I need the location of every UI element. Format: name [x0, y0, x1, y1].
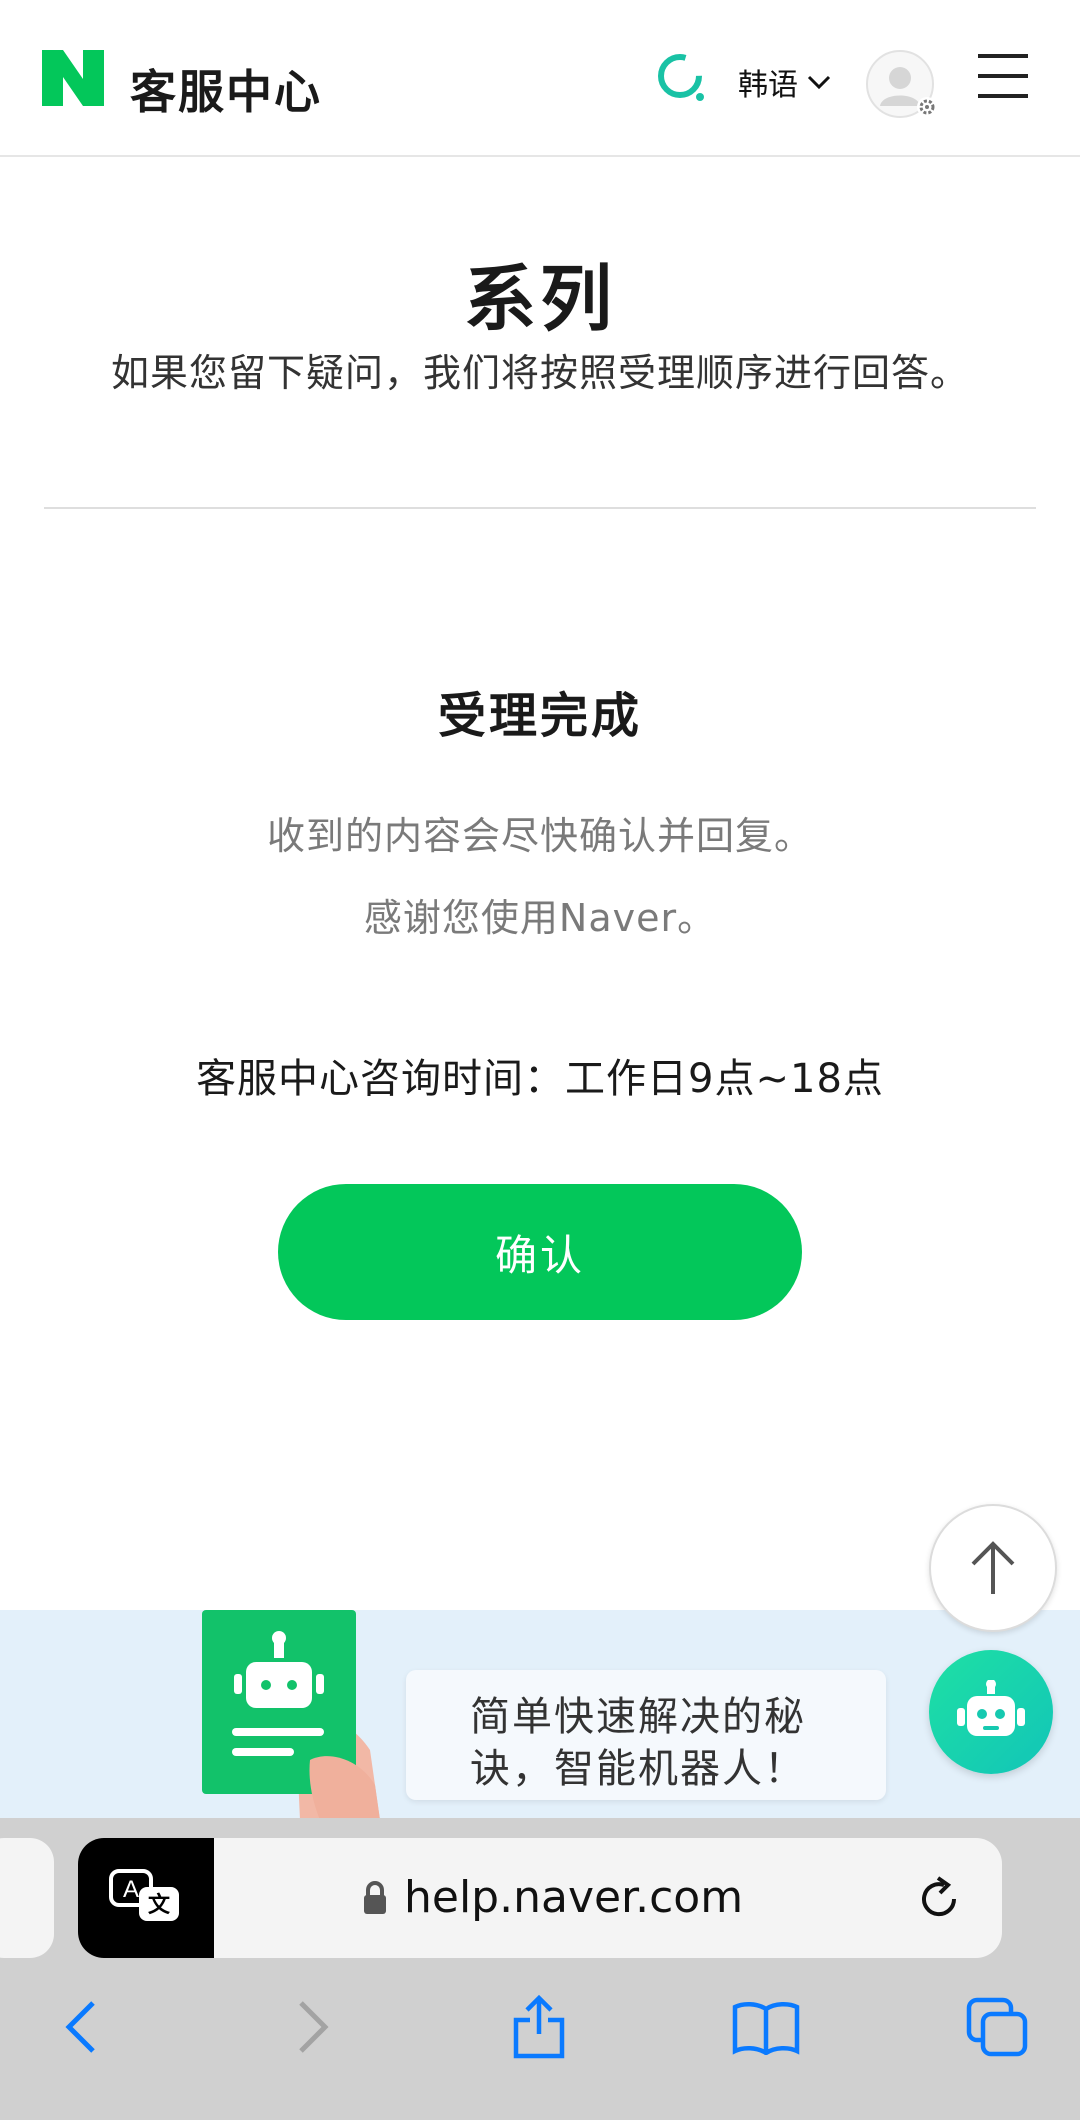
- hamburger-menu-icon[interactable]: [978, 52, 1028, 100]
- tabs-button[interactable]: [962, 1992, 1032, 2062]
- promo-text-bubble: 简单快速解决的秘 诀，智能机器人！: [406, 1670, 886, 1800]
- bookmarks-icon: [732, 2002, 800, 2055]
- naver-logo-icon[interactable]: [42, 50, 104, 106]
- share-button[interactable]: [504, 1992, 574, 2062]
- language-selector[interactable]: 韩语: [738, 62, 832, 103]
- completion-title: 受理完成: [437, 688, 642, 744]
- browser-chrome: A 文 help.naver.com: [0, 1818, 1080, 2120]
- tabs-icon: [966, 1997, 1028, 2057]
- back-button[interactable]: [46, 1992, 116, 2062]
- section-divider: [44, 507, 1036, 509]
- completion-message-line2: 感谢您使用Naver。: [363, 896, 717, 940]
- confirm-button[interactable]: 确认: [278, 1184, 802, 1320]
- svg-text:文: 文: [148, 1892, 171, 1918]
- address-bar[interactable]: A 文 help.naver.com: [78, 1838, 1002, 1958]
- site-header: 客服中心 韩语: [0, 0, 1080, 157]
- gear-icon[interactable]: [916, 96, 938, 118]
- robot-icon: [957, 1680, 1025, 1736]
- svg-text:A: A: [123, 1876, 139, 1903]
- robot-card-illustration: [202, 1610, 380, 1820]
- search-icon[interactable]: [656, 52, 708, 104]
- share-icon: [513, 1994, 565, 2059]
- page-title: 系列: [463, 257, 616, 341]
- reload-icon[interactable]: [916, 1876, 962, 1922]
- site-title[interactable]: 客服中心: [130, 56, 322, 122]
- translate-button[interactable]: A 文: [78, 1838, 214, 1958]
- completion-message-line1: 收到的内容会尽快确认并回复。: [266, 814, 813, 858]
- chatbot-promo-banner[interactable]: 简单快速解决的秘 诀，智能机器人！: [0, 1610, 1080, 1820]
- language-label: 韩语: [738, 68, 798, 103]
- page-subtitle: 如果您留下疑问，我们将按照受理顺序进行回答。: [110, 351, 969, 395]
- previous-tab-preview[interactable]: [0, 1838, 54, 1958]
- lock-icon: [364, 1881, 386, 1914]
- chatbot-button[interactable]: [929, 1650, 1053, 1774]
- forward-icon: [299, 2001, 329, 2053]
- url-text: help.naver.com: [404, 1872, 744, 1923]
- arrow-up-icon: [971, 1541, 1015, 1594]
- chevron-down-icon: [807, 75, 831, 90]
- translate-icon: A 文: [109, 1869, 179, 1921]
- service-hours: 客服中心咨询时间：工作日9点~18点: [196, 1056, 884, 1102]
- scroll-to-top-button[interactable]: [929, 1504, 1057, 1632]
- promo-text-line2: 诀，智能机器人！: [470, 1746, 806, 1792]
- forward-button[interactable]: [278, 1992, 348, 2062]
- promo-text-line1: 简单快速解决的秘: [470, 1694, 806, 1740]
- bookmarks-button[interactable]: [731, 1992, 801, 2062]
- back-icon: [65, 2001, 95, 2053]
